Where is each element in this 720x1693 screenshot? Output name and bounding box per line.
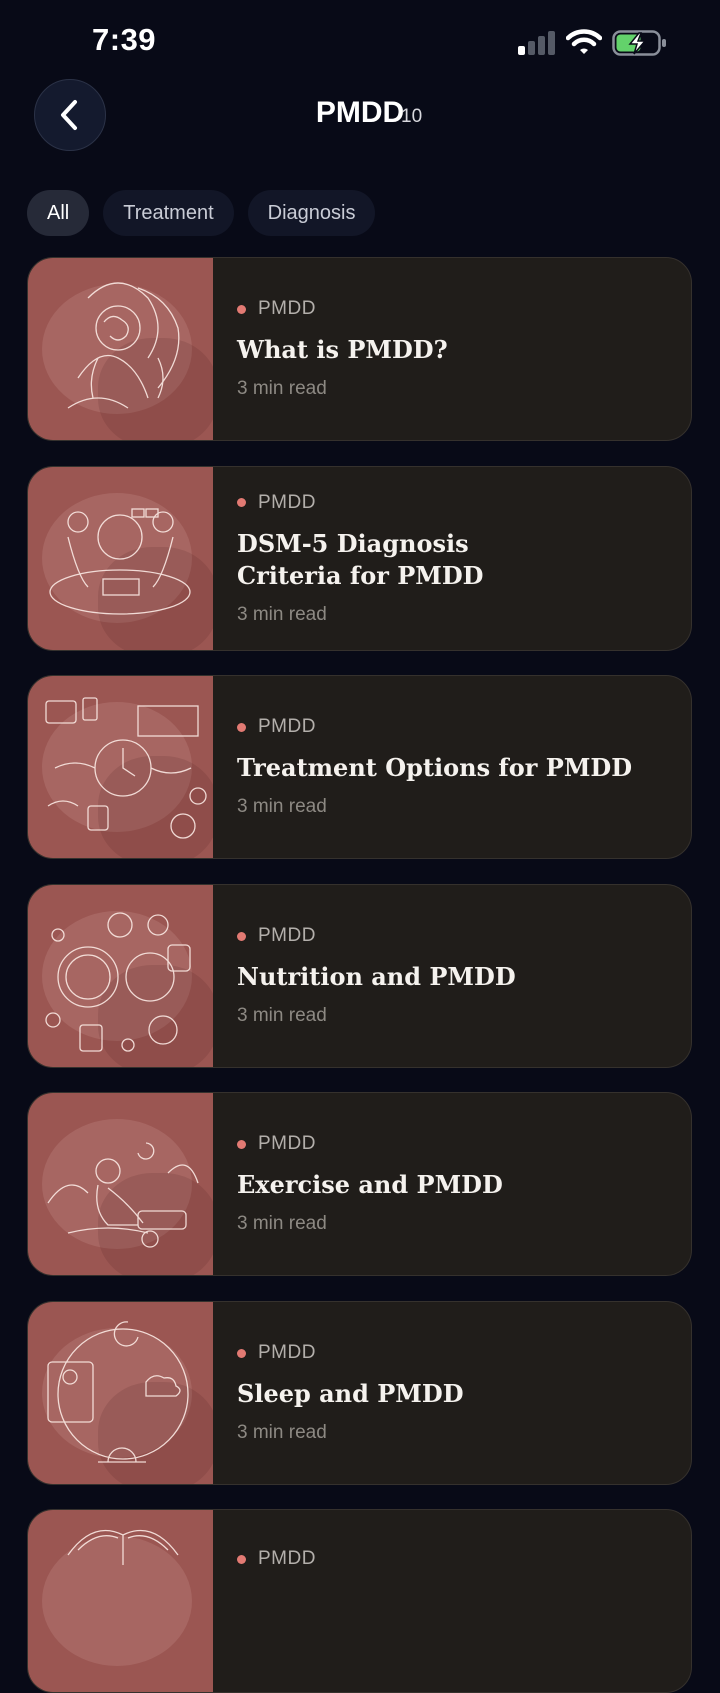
article-title: DSM-5 Diagnosis Criteria for PMDD [237,528,484,590]
article-read-time: 3 min read [237,1213,327,1234]
tag-dot-icon [237,722,246,732]
books-illustration [67,1529,179,1565]
article-info: PMDD Treatment Options for PMDD 3 min re… [237,676,671,858]
tag-dot-icon [237,1554,246,1564]
article-tag: PMDD [258,298,316,319]
article-thumbnail [28,1510,213,1692]
filter-chip-all[interactable]: All [27,190,90,236]
tag-dot-icon [237,304,246,314]
article-read-time: 3 min read [237,1422,327,1443]
article-tag: PMDD [258,491,316,513]
article-title: Sleep and PMDD [237,1379,464,1408]
article-title: Exercise and PMDD [237,1170,503,1199]
article-tag: PMDD [258,716,316,737]
article-info: PMDD Nutrition and PMDD 3 min read [237,885,671,1067]
article-card[interactable]: PMDD Sleep and PMDD 3 min read [27,1301,692,1485]
article-tag: PMDD [258,1548,316,1569]
article-thumbnail [28,258,213,440]
status-time: 7:39 [92,22,157,57]
article-tag: PMDD [258,925,316,946]
article-thumbnail [28,1302,213,1484]
tag-dot-icon [237,498,246,507]
article-card[interactable]: PMDD What is PMDD? 3 min read [27,257,692,441]
page-title: PMDD [315,96,405,129]
tag-dot-icon [237,1139,246,1149]
article-read-time: 3 min read [237,603,327,625]
article-card[interactable]: PMDD DSM-5 Diagnosis Criteria for PMDD 3… [27,466,692,651]
article-card[interactable]: PMDD Treatment Options for PMDD 3 min re… [27,675,692,859]
article-title: Treatment Options for PMDD [237,753,633,782]
article-thumbnail [28,467,213,650]
article-read-time: 3 min read [237,1005,327,1026]
article-read-time: 3 min read [237,378,327,399]
article-card[interactable]: PMDD Exercise and PMDD 3 min read [27,1092,692,1276]
tag-dot-icon [237,931,246,941]
article-info: PMDD [237,1510,671,1692]
article-count: 10 [401,106,423,127]
article-thumbnail [28,676,213,858]
battery-charging-icon [612,30,666,56]
filter-chip-treatment[interactable]: Treatment [103,190,234,236]
doctor-consultation-illustration [49,508,191,615]
article-info: PMDD DSM-5 Diagnosis Criteria for PMDD 3… [237,467,671,650]
article-thumbnail [28,1093,213,1275]
article-card[interactable]: PMDD [27,1509,692,1693]
page-header: PMDD 10 [0,96,720,130]
article-card[interactable]: PMDD Nutrition and PMDD 3 min read [27,884,692,1068]
article-title: Nutrition and PMDD [237,962,516,991]
filter-chips: All Treatment Diagnosis [27,190,376,236]
status-bar: 7:39 [0,0,720,80]
article-tag: PMDD [258,1133,316,1154]
article-info: PMDD Sleep and PMDD 3 min read [237,1302,671,1484]
article-tag: PMDD [258,1342,316,1363]
article-info: PMDD What is PMDD? 3 min read [237,258,671,440]
filter-chip-diagnosis[interactable]: Diagnosis [247,190,376,236]
article-info: PMDD Exercise and PMDD 3 min read [237,1093,671,1275]
woman-brain-illustration [67,282,180,409]
food-plate-illustration [45,912,191,1052]
article-thumbnail [28,885,213,1067]
tag-dot-icon [237,1348,246,1358]
sleep-cycle-illustration [47,1321,189,1463]
article-read-time: 3 min read [237,796,327,817]
yoga-woman-illustration [47,1142,199,1248]
wifi-icon [566,29,602,54]
cellular-signal-icon [518,31,558,55]
treatment-clock-illustration [45,697,207,839]
article-title: What is PMDD? [237,335,448,364]
